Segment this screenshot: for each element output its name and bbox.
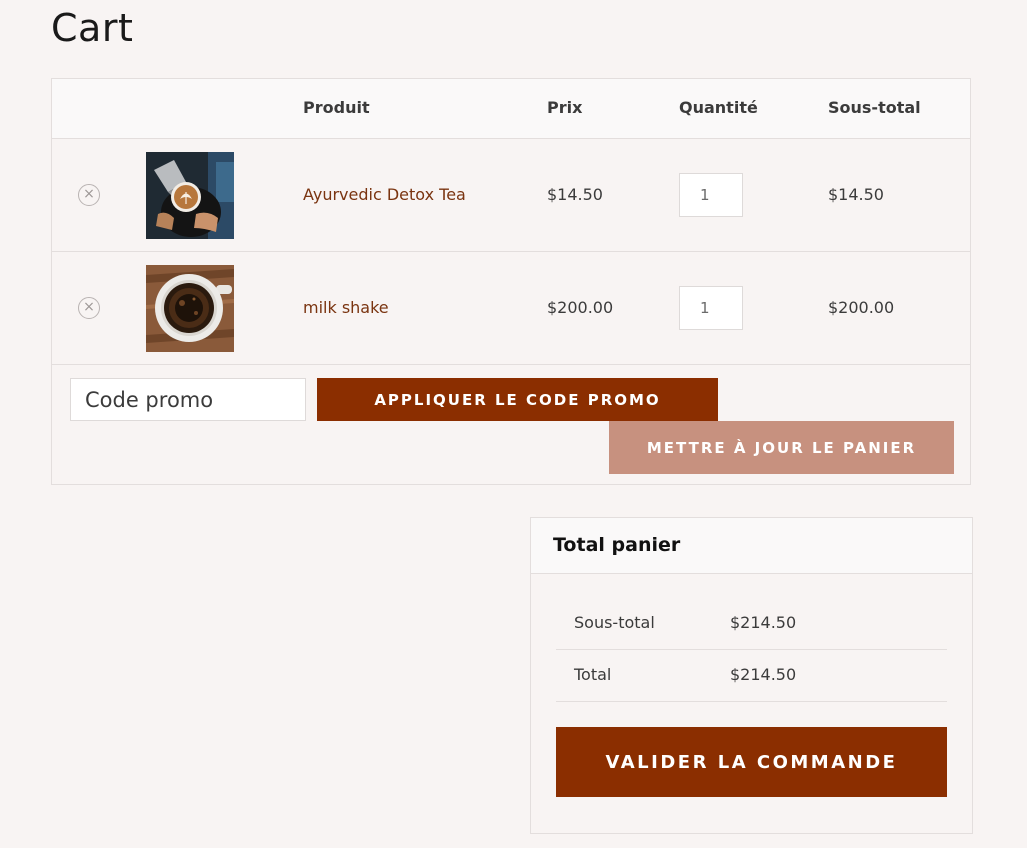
cart-totals: Total panier Sous-total $214.50 Total $2…	[530, 517, 973, 834]
subtotal-value: $214.50	[730, 613, 797, 632]
product-subtotal: $14.50	[828, 185, 884, 204]
header-product: Produit	[303, 98, 370, 117]
product-link[interactable]: Ayurvedic Detox Tea	[303, 185, 466, 204]
product-price: $14.50	[547, 185, 603, 204]
header-quantity: Quantité	[679, 98, 758, 117]
page-title: Cart	[51, 6, 134, 50]
latte-art-image	[146, 152, 234, 239]
total-value: $214.50	[730, 665, 797, 684]
remove-item-icon[interactable]: ×	[78, 297, 100, 319]
remove-item-icon[interactable]: ×	[78, 184, 100, 206]
cart-row: × Ayurvedic Detox Tea $14.50 1 $14.50	[52, 139, 970, 252]
coffee-cup-image	[146, 265, 234, 352]
coupon-code-input[interactable]	[70, 378, 306, 421]
header-price: Prix	[547, 98, 583, 117]
cart-totals-title: Total panier	[553, 534, 681, 556]
cart-totals-header: Total panier	[531, 518, 972, 574]
header-subtotal: Sous-total	[828, 98, 921, 117]
product-link[interactable]: milk shake	[303, 298, 389, 317]
cart-row: × milk shake $200.00 1 $200.00	[52, 252, 970, 365]
quantity-input[interactable]	[679, 173, 743, 217]
cart-table: Produit Prix Quantité Sous-total × Ayurv…	[51, 78, 971, 485]
checkout-button[interactable]: VALIDER LA COMMANDE	[556, 727, 947, 797]
product-thumbnail[interactable]	[146, 265, 234, 352]
totals-subtotal-row: Sous-total $214.50	[556, 598, 947, 650]
quantity-input[interactable]	[679, 286, 743, 330]
update-cart-button[interactable]: METTRE À JOUR LE PANIER	[609, 421, 954, 474]
apply-coupon-button[interactable]: APPLIQUER LE CODE PROMO	[317, 378, 718, 421]
cart-page: Cart Produit Prix Quantité Sous-total ×	[0, 0, 1027, 848]
subtotal-label: Sous-total	[574, 613, 655, 632]
cart-table-header: Produit Prix Quantité Sous-total	[52, 79, 970, 139]
product-price: $200.00	[547, 298, 614, 317]
total-label: Total	[574, 665, 612, 684]
product-thumbnail[interactable]	[146, 152, 234, 239]
totals-total-row: Total $214.50	[556, 650, 947, 702]
product-subtotal: $200.00	[828, 298, 895, 317]
